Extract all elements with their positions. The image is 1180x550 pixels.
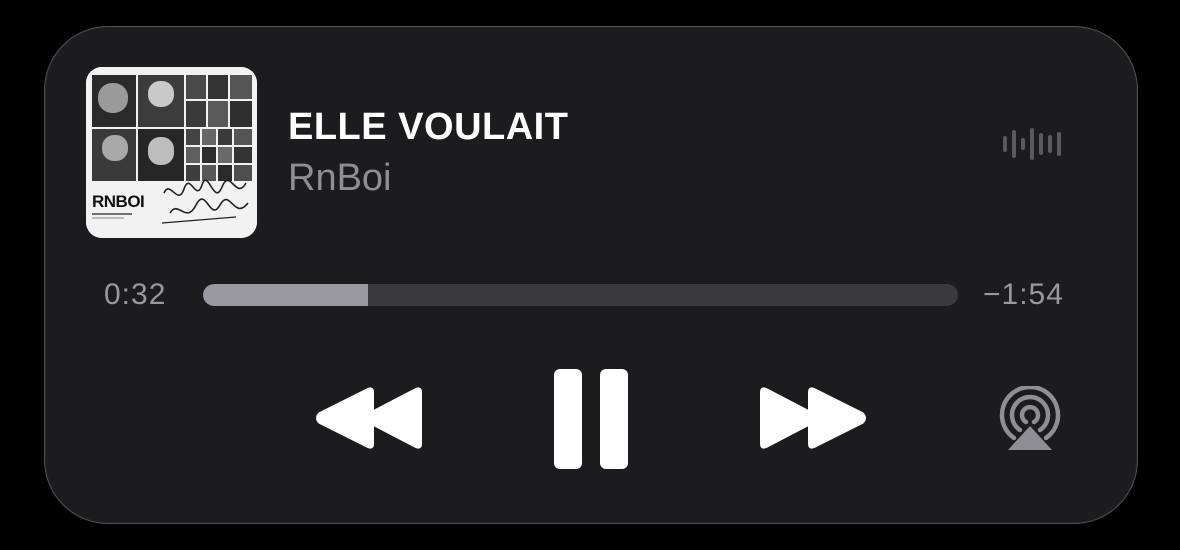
rewind-button[interactable] [314, 386, 424, 450]
album-collage-image: RNBOI [86, 67, 257, 238]
track-artist[interactable]: RnBoi [288, 157, 392, 200]
remaining-time: −1:54 [983, 278, 1064, 311]
forward-button[interactable] [758, 386, 868, 450]
backward-icon [316, 387, 422, 449]
elapsed-time: 0:32 [104, 278, 167, 311]
airplay-button[interactable] [994, 386, 1066, 452]
artwork-brand-text: RNBOI [92, 192, 144, 211]
airplay-audio-icon [999, 386, 1061, 450]
waveform-icon [1000, 124, 1068, 164]
forward-icon [760, 387, 866, 449]
playback-progress-fill [203, 284, 368, 306]
album-artwork[interactable]: RNBOI [86, 67, 257, 238]
playback-scrubber[interactable] [203, 284, 958, 306]
pause-icon [554, 369, 628, 469]
pause-button[interactable] [552, 368, 630, 470]
track-title: ELLE VOULAIT [288, 106, 569, 148]
